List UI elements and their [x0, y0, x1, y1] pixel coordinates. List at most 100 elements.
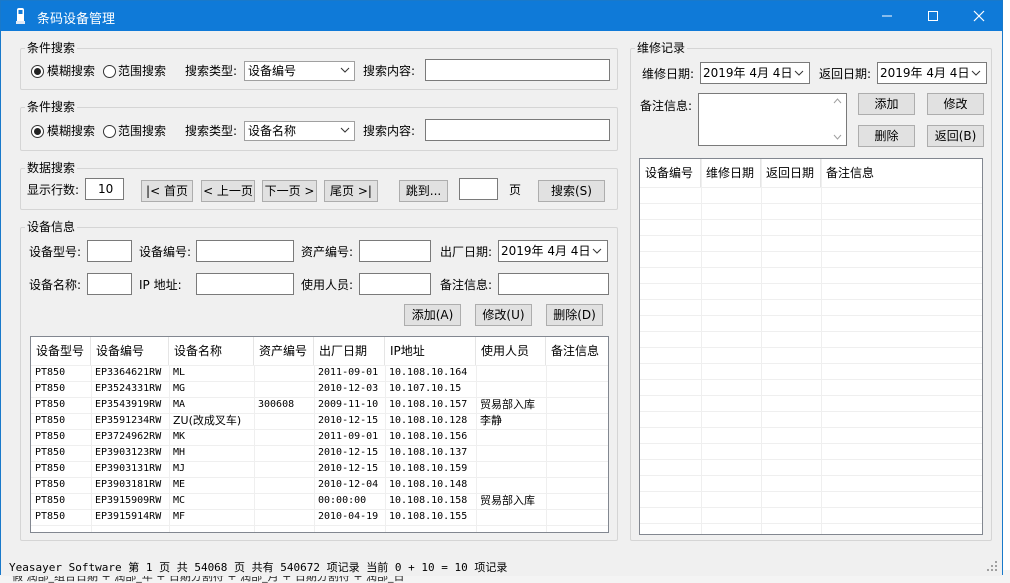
table-cell[interactable]: ML — [169, 365, 254, 381]
scroll-down-icon[interactable] — [833, 134, 842, 141]
table-cell[interactable]: 300608 — [254, 397, 314, 413]
table-header-cell[interactable]: 设备型号 — [31, 337, 91, 365]
table-cell[interactable]: EP3591234RW — [91, 413, 169, 429]
table-cell[interactable]: 2009-11-10 — [314, 397, 385, 413]
table-cell[interactable]: MC — [169, 493, 254, 509]
repair-remark-textarea[interactable] — [698, 93, 847, 146]
table-cell[interactable]: 10.108.10.156 — [385, 429, 476, 445]
table-cell[interactable]: 10.108.10.137 — [385, 445, 476, 461]
resize-grip-icon[interactable] — [986, 560, 998, 572]
table-cell[interactable]: EP3903181RW — [91, 477, 169, 493]
table-cell[interactable]: PT850 — [31, 477, 91, 493]
table-cell[interactable] — [546, 365, 608, 381]
table-cell[interactable] — [546, 509, 608, 525]
table-cell[interactable]: 2010-04-19 — [314, 509, 385, 525]
table-cell[interactable]: 10.108.10.159 — [385, 461, 476, 477]
table-cell[interactable] — [254, 461, 314, 477]
scroll-up-icon[interactable] — [833, 97, 842, 104]
table-cell[interactable] — [476, 477, 546, 493]
table-cell[interactable] — [546, 493, 608, 509]
maximize-button[interactable] — [910, 1, 956, 31]
table-cell[interactable]: MA — [169, 397, 254, 413]
fuzzy-search-radio-2[interactable] — [31, 125, 44, 138]
table-cell[interactable]: MJ — [169, 461, 254, 477]
table-cell[interactable]: PT850 — [31, 429, 91, 445]
close-button[interactable] — [956, 1, 1002, 31]
first-page-button[interactable]: |< 首页 — [141, 180, 193, 202]
add-repair-button[interactable]: 添加 — [858, 93, 915, 115]
table-cell[interactable]: EP3524331RW — [91, 381, 169, 397]
table-cell[interactable] — [546, 445, 608, 461]
table-cell[interactable]: 李静 — [476, 413, 546, 429]
remark-input[interactable] — [498, 273, 609, 295]
table-cell[interactable]: MG — [169, 381, 254, 397]
table-cell[interactable]: 2011-09-01 — [314, 429, 385, 445]
table-header-cell[interactable]: 设备编号 — [640, 159, 701, 187]
repair-date-picker[interactable]: 2019年 4月 4日 — [700, 62, 810, 84]
prev-page-button[interactable]: < 上一页 — [201, 180, 255, 202]
table-cell[interactable]: 2010-12-15 — [314, 445, 385, 461]
edit-repair-button[interactable]: 修改 — [927, 93, 984, 115]
table-cell[interactable]: EP3543919RW — [91, 397, 169, 413]
table-cell[interactable] — [476, 429, 546, 445]
table-header-cell[interactable]: 设备编号 — [91, 337, 169, 365]
table-cell[interactable] — [254, 509, 314, 525]
range-search-radio-1[interactable] — [103, 65, 116, 78]
table-cell[interactable] — [476, 445, 546, 461]
table-cell[interactable]: PT850 — [31, 381, 91, 397]
table-cell[interactable] — [254, 429, 314, 445]
table-cell[interactable] — [546, 413, 608, 429]
table-cell[interactable]: EP3903123RW — [91, 445, 169, 461]
table-cell[interactable]: 2011-09-01 — [314, 365, 385, 381]
search-type-select-2[interactable]: 设备名称 — [244, 121, 355, 141]
table-cell[interactable]: PT850 — [31, 493, 91, 509]
table-header-cell[interactable]: 备注信息 — [821, 159, 982, 187]
range-search-radio-2[interactable] — [103, 125, 116, 138]
table-cell[interactable]: PT850 — [31, 397, 91, 413]
table-cell[interactable]: 贸易部入库 — [476, 397, 546, 413]
table-cell[interactable]: EP3915914RW — [91, 509, 169, 525]
table-cell[interactable]: EP3903131RW — [91, 461, 169, 477]
table-cell[interactable]: MH — [169, 445, 254, 461]
return-button[interactable]: 返回(B) — [927, 125, 984, 147]
table-cell[interactable]: ME — [169, 477, 254, 493]
table-header-cell[interactable]: 返回日期 — [761, 159, 821, 187]
table-cell[interactable]: PT850 — [31, 413, 91, 429]
rows-input[interactable]: 10 — [85, 178, 124, 200]
return-date-picker[interactable]: 2019年 4月 4日 — [877, 62, 987, 84]
title-bar[interactable]: 条码设备管理 — [1, 1, 1002, 31]
add-device-button[interactable]: 添加(A) — [404, 304, 461, 326]
table-cell[interactable]: EP3724962RW — [91, 429, 169, 445]
table-cell[interactable]: PT850 — [31, 445, 91, 461]
search-type-select-1[interactable]: 设备编号 — [244, 61, 355, 81]
device-model-input[interactable] — [87, 240, 132, 262]
table-cell[interactable] — [254, 477, 314, 493]
table-header-cell[interactable]: 设备名称 — [169, 337, 254, 365]
table-cell[interactable] — [476, 509, 546, 525]
table-cell[interactable]: EP3364621RW — [91, 365, 169, 381]
table-cell[interactable]: MK — [169, 429, 254, 445]
fuzzy-search-radio-1[interactable] — [31, 65, 44, 78]
device-table[interactable]: 设备型号 设备编号 设备名称 资产编号 出厂日期 IP地址 使用人员 备注信息 PT850 EP… — [30, 336, 609, 533]
table-cell[interactable]: 10.108.10.128 — [385, 413, 476, 429]
table-cell[interactable] — [546, 461, 608, 477]
table-cell[interactable]: 10.108.10.157 — [385, 397, 476, 413]
table-cell[interactable]: PT850 — [31, 365, 91, 381]
table-cell[interactable]: MF — [169, 509, 254, 525]
table-header-cell[interactable]: 资产编号 — [254, 337, 314, 365]
page-number-input[interactable] — [459, 178, 498, 200]
table-cell[interactable] — [546, 477, 608, 493]
table-cell[interactable] — [546, 381, 608, 397]
delete-device-button[interactable]: 删除(D) — [546, 304, 603, 326]
delete-repair-button[interactable]: 删除 — [858, 125, 915, 147]
table-cell[interactable]: ZU(改成叉车) — [169, 413, 254, 429]
table-cell[interactable] — [476, 381, 546, 397]
device-number-input[interactable] — [196, 240, 294, 262]
device-name-input[interactable] — [87, 273, 132, 295]
table-cell[interactable] — [254, 381, 314, 397]
table-cell[interactable]: 2010-12-04 — [314, 477, 385, 493]
table-cell[interactable]: 2010-12-15 — [314, 413, 385, 429]
table-cell[interactable] — [254, 413, 314, 429]
table-cell[interactable] — [254, 365, 314, 381]
factory-date-picker[interactable]: 2019年 4月 4日 — [498, 240, 608, 262]
